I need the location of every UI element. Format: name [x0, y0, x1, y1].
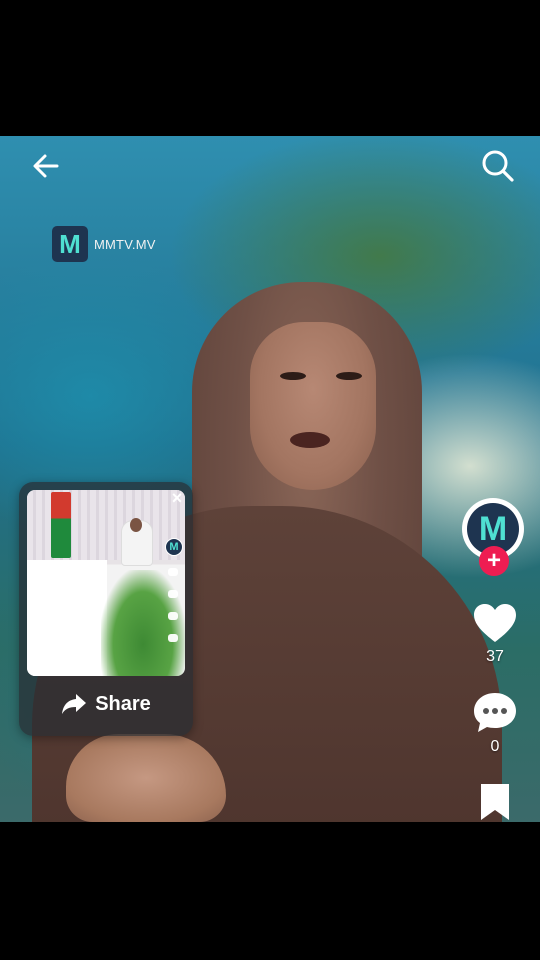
back-arrow-icon: [33, 154, 59, 178]
bookmark-button[interactable]: [470, 782, 520, 822]
watermark-logo: M: [52, 226, 88, 262]
share-arrow-icon: [62, 694, 87, 714]
follow-button[interactable]: +: [479, 546, 509, 576]
presenter-eye-left: [280, 372, 306, 380]
share-button[interactable]: Share: [27, 682, 185, 726]
comment-button[interactable]: 0: [470, 690, 520, 756]
thumbnail-avatar: M: [165, 538, 183, 556]
video-player[interactable]: M MMTV.MV M + 37 0 M × Share: [0, 136, 540, 822]
thumbnail-heart-icon: [168, 568, 178, 576]
watermark-channel-name: MMTV.MV: [94, 236, 156, 252]
presenter-hands: [66, 734, 226, 822]
thumbnail-table: [27, 560, 107, 676]
like-button[interactable]: 37: [470, 602, 520, 666]
like-count: 37: [486, 648, 504, 665]
presenter-mouth: [290, 432, 330, 448]
thumbnail-flag: [51, 492, 71, 558]
share-popup: M × Share: [19, 482, 193, 736]
back-button[interactable]: [24, 144, 68, 188]
share-video-thumbnail[interactable]: M: [27, 490, 185, 676]
search-icon: [482, 150, 514, 182]
comment-icon: [474, 693, 516, 732]
letterbox-top: [0, 0, 540, 136]
letterbox-bottom: [0, 822, 540, 960]
close-icon: ×: [171, 487, 183, 508]
search-button[interactable]: [476, 144, 520, 188]
close-popup-button[interactable]: ×: [165, 486, 189, 510]
thumbnail-comment-icon: [168, 590, 178, 598]
presenter-eye-right: [336, 372, 362, 380]
bookmark-icon: [481, 784, 509, 820]
heart-icon: [474, 604, 516, 642]
thumbnail-bookmark-icon: [168, 612, 178, 620]
share-label: Share: [95, 692, 151, 715]
thumbnail-action-icons: [167, 568, 179, 642]
comment-count: 0: [490, 738, 500, 755]
thumbnail-person-head: [130, 518, 142, 532]
thumbnail-share-icon: [168, 634, 178, 642]
channel-watermark: M MMTV.MV: [52, 226, 156, 262]
presenter-face: [250, 322, 376, 490]
